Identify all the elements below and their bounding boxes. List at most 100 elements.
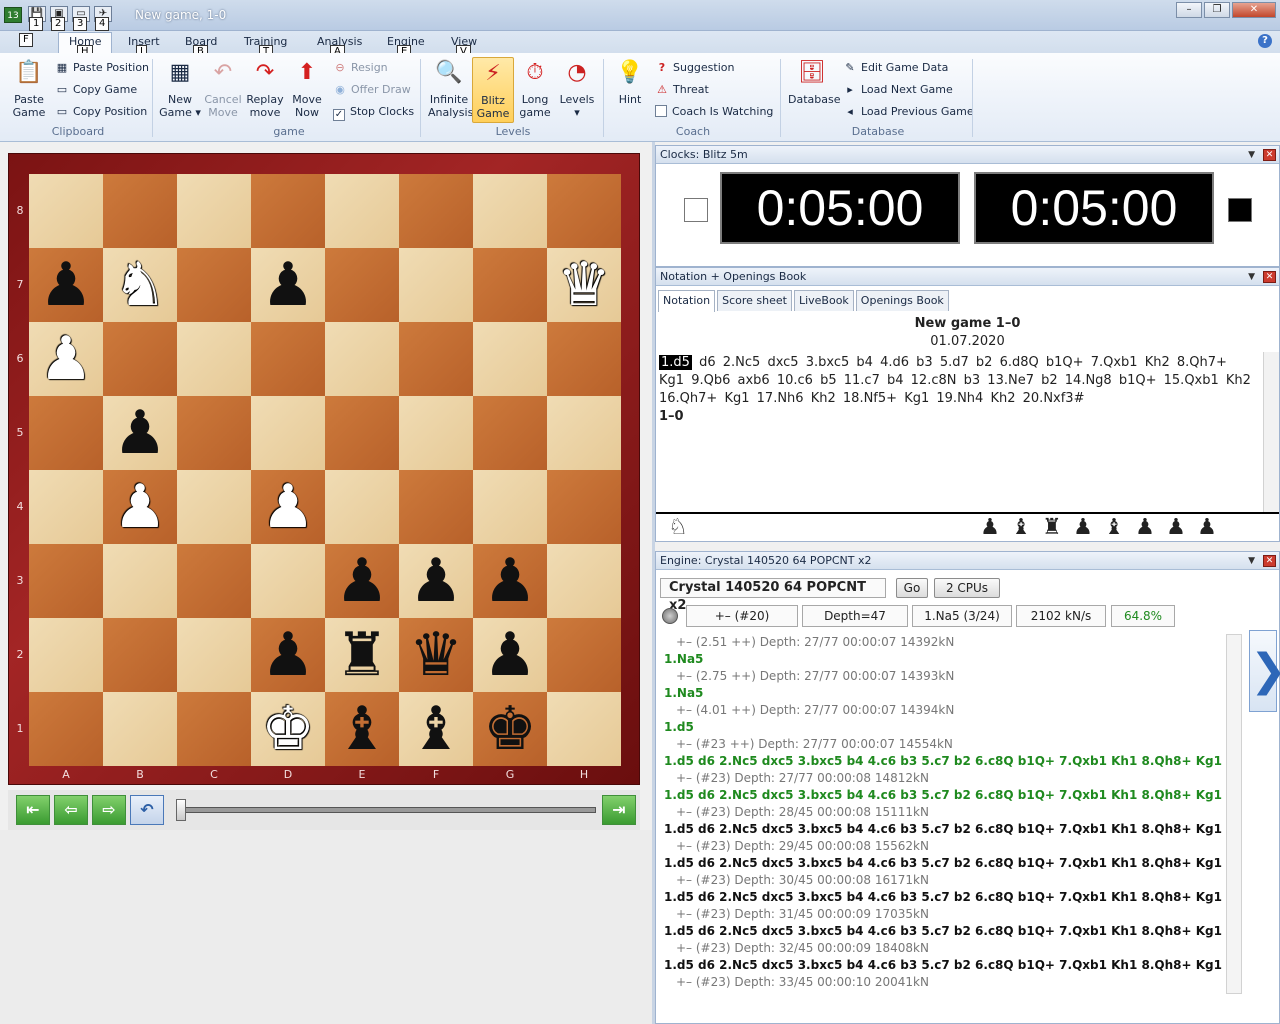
engine-line-variation[interactable]: 1.d5 [664,719,1224,736]
engine-go-button[interactable]: Go [896,578,928,598]
tab-notation[interactable]: Notation [658,290,716,312]
move-token[interactable]: Kh2 [1145,355,1170,370]
square-e5[interactable] [325,396,399,470]
engine-line-variation[interactable]: 1.d5 d6 2.Nc5 dxc5 3.bxc5 b4 4.c6 b3 5.c… [664,923,1224,940]
move-token[interactable]: 5.d7 [940,355,969,370]
infinite-analysis-button[interactable]: 🔍 Infinite Analysis [428,57,473,119]
move-token[interactable]: 15.Qxb1 [1164,373,1219,388]
black-queen-f2[interactable]: ♛ [399,618,473,692]
move-token[interactable]: d6 [699,355,716,370]
engine-line-variation[interactable]: 1.Na5 [664,651,1224,668]
move-token[interactable]: Kh2 [1226,373,1251,388]
move-token[interactable]: 8.Qh7+ [1177,355,1227,370]
long-game-button[interactable]: ⏱ Long game [514,57,556,119]
move-token[interactable]: 12.c8N [911,373,957,388]
move-slider-track[interactable] [178,807,596,813]
square-a2[interactable] [29,618,103,692]
move-token[interactable]: b4 [887,373,904,388]
panel-close-icon[interactable]: ✕ [1263,271,1276,283]
move-token[interactable]: b1Q+ [1046,355,1084,370]
square-h4[interactable] [547,470,621,544]
panel-dropdown-icon[interactable]: ▼ [1248,552,1255,570]
square-a3[interactable] [29,544,103,618]
previous-move-button[interactable]: ⇦ [54,795,88,825]
levels-button[interactable]: ◔ Levels ▾ [556,57,598,119]
panel-dropdown-icon[interactable]: ▼ [1248,146,1255,164]
engine-line-variation[interactable]: 1.d5 d6 2.Nc5 dxc5 3.bxc5 b4 4.c6 b3 5.c… [664,787,1224,804]
white-pawn-d4[interactable]: ♟ [251,470,325,544]
new-game-button[interactable]: ▦ New Game ▾ [159,57,201,119]
square-f5[interactable] [399,396,473,470]
square-b2[interactable] [103,618,177,692]
move-token[interactable]: Kh2 [811,391,836,406]
move-token[interactable]: Kh2 [990,391,1015,406]
move-token[interactable]: 9.Qb6 [691,373,730,388]
square-e7[interactable] [325,248,399,322]
square-h8[interactable] [547,174,621,248]
square-f7[interactable] [399,248,473,322]
square-d8[interactable] [251,174,325,248]
white-king-d1[interactable]: ♚ [251,692,325,766]
black-bishop-e1[interactable]: ♝ [325,692,399,766]
square-d6[interactable] [251,322,325,396]
move-token[interactable]: 10.c6 [777,373,813,388]
move-token[interactable]: b3 [916,355,933,370]
engine-name[interactable]: Crystal 140520 64 POPCNT x2 [660,578,886,613]
engine-line-variation[interactable]: 1.d5 d6 2.Nc5 dxc5 3.bxc5 b4 4.c6 b3 5.c… [664,957,1224,974]
help-icon[interactable]: ? [1258,34,1272,48]
engine-line-variation[interactable]: 1.d5 d6 2.Nc5 dxc5 3.bxc5 b4 4.c6 b3 5.c… [664,855,1224,872]
square-e6[interactable] [325,322,399,396]
copy-game-button[interactable]: ▭ Copy Game [55,82,137,98]
square-h6[interactable] [547,322,621,396]
square-h2[interactable] [547,618,621,692]
engine-cpus-button[interactable]: 2 CPUs [934,578,1000,598]
square-c8[interactable] [177,174,251,248]
move-token[interactable]: 2.Nc5 [723,355,761,370]
square-a1[interactable] [29,692,103,766]
blitz-game-button[interactable]: ⚡ Blitz Game [472,57,514,123]
move-token[interactable]: b2 [1041,373,1058,388]
engine-line-variation[interactable]: 1.d5 d6 2.Nc5 dxc5 3.bxc5 b4 4.c6 b3 5.c… [664,821,1224,838]
cancel-move-button[interactable]: ↶ Cancel Move [202,57,244,119]
square-a8[interactable] [29,174,103,248]
move-token[interactable]: b4 [856,355,873,370]
tab-livebook[interactable]: LiveBook [793,290,854,311]
paste-position-button[interactable]: ▦ Paste Position [55,60,149,76]
black-pawn-g2[interactable]: ♟ [473,618,547,692]
move-token[interactable]: 20.Nxf3# [1023,391,1085,406]
white-pawn-b4[interactable]: ♟ [103,470,177,544]
engine-line-variation[interactable]: 1.Na5 [664,685,1224,702]
square-g6[interactable] [473,322,547,396]
black-king-g1[interactable]: ♚ [473,692,547,766]
move-token[interactable]: b1Q+ [1119,373,1157,388]
square-g5[interactable] [473,396,547,470]
square-d3[interactable] [251,544,325,618]
move-token[interactable]: b3 [964,373,981,388]
square-e4[interactable] [325,470,399,544]
square-c6[interactable] [177,322,251,396]
move-token[interactable]: 7.Qxb1 [1091,355,1138,370]
square-g4[interactable] [473,470,547,544]
square-h1[interactable] [547,692,621,766]
square-a4[interactable] [29,470,103,544]
square-g7[interactable] [473,248,547,322]
move-list[interactable]: 1.d5 d6 2.Nc5 dxc5 3.bxc5 b4 4.d6 b3 5.d… [659,354,1261,504]
engine-output-scrollbar[interactable] [1226,634,1242,994]
square-c2[interactable] [177,618,251,692]
tab-openings-book[interactable]: Openings Book [855,290,949,311]
white-queen-h7[interactable]: ♛ [547,248,621,322]
move-token[interactable]: 16.Qh7+ [659,391,717,406]
stop-clocks-checkbox[interactable]: ✓ Stop Clocks [333,104,414,121]
edit-game-data-button[interactable]: ✎ Edit Game Data [843,60,948,76]
last-move-button[interactable]: ⇥ [602,795,636,825]
minimize-button[interactable]: – [1176,2,1202,18]
paste-game-button[interactable]: 📋 Paste Game [8,57,50,119]
move-token[interactable]: 18.Nf5+ [843,391,897,406]
tab-score-sheet[interactable]: Score sheet [717,290,792,311]
black-pawn-g3[interactable]: ♟ [473,544,547,618]
square-e8[interactable] [325,174,399,248]
square-a5[interactable] [29,396,103,470]
close-button[interactable]: ✕ [1232,2,1276,18]
square-g8[interactable] [473,174,547,248]
panel-dropdown-icon[interactable]: ▼ [1248,268,1255,286]
